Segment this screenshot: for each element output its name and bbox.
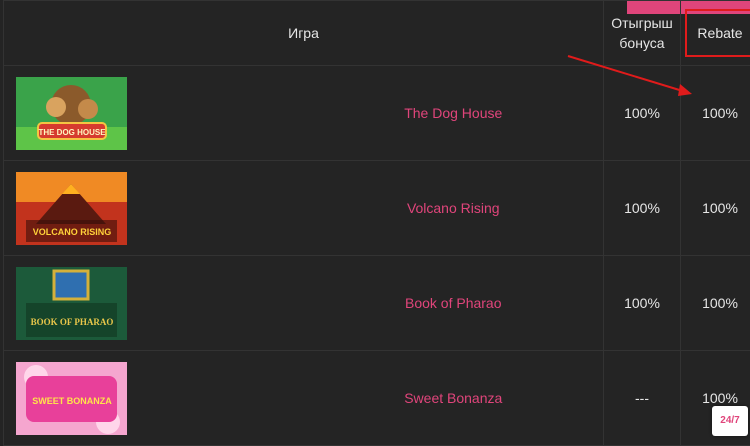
bonus-cell: --- [604,351,681,446]
header-bonus-label: Отыгрыш бонуса [610,13,674,53]
games-table: Игра Отыгрыш бонуса Rebate [3,0,750,446]
header-game: Игра [4,1,604,66]
game-thumbnail-cell: THE DOG HOUSE [4,66,304,161]
game-thumbnail-sweet-bonanza[interactable]: SWEET BONANZA [16,362,127,435]
rebate-cell: 100% [681,161,750,256]
bonus-cell: 100% [604,161,681,256]
table-row: BOOK OF PHARAO Book of Pharao 100% 100% [4,256,750,351]
game-thumbnail-volcano-rising[interactable]: VOLCANO RISING [16,172,127,245]
game-name-cell: Volcano Rising [304,161,604,256]
rebate-cell: 100% [681,256,750,351]
thumb-text: BOOK OF PHARAO [31,317,114,327]
game-name-cell: Book of Pharao [304,256,604,351]
table-row: THE DOG HOUSE The Dog House 100% 100% [4,66,750,161]
game-thumbnail-cell: VOLCANO RISING [4,161,304,256]
table-row: VOLCANO RISING Volcano Rising 100% 100% [4,161,750,256]
thumb-text: VOLCANO RISING [33,227,112,237]
game-link[interactable]: Sweet Bonanza [404,390,502,406]
thumb-text: THE DOG HOUSE [38,128,106,137]
game-link[interactable]: Volcano Rising [407,200,500,216]
game-thumbnail-cell: SWEET BONANZA [4,351,304,446]
header-bonus-wagering: Отыгрыш бонуса [604,1,681,66]
rebate-highlight-box: Rebate [685,9,750,57]
table-row: SWEET BONANZA Sweet Bonanza --- 100% [4,351,750,446]
game-link[interactable]: Book of Pharao [405,295,502,311]
chat-badge-label: 24/7 [720,415,739,426]
game-thumbnail-dog-house[interactable]: THE DOG HOUSE [16,77,127,150]
game-link[interactable]: The Dog House [404,105,502,121]
rebate-cell: 100% [681,66,750,161]
table-header-row: Игра Отыгрыш бонуса Rebate [4,1,750,66]
header-rebate-label: Rebate [697,25,742,41]
bonus-cell: 100% [604,256,681,351]
bonus-cell: 100% [604,66,681,161]
game-thumbnail-cell: BOOK OF PHARAO [4,256,304,351]
game-name-cell: The Dog House [304,66,604,161]
game-name-cell: Sweet Bonanza [304,351,604,446]
thumb-text: SWEET BONANZA [32,396,112,406]
game-thumbnail-book-of-pharao[interactable]: BOOK OF PHARAO [16,267,127,340]
header-rebate: Rebate [681,1,750,66]
support-chat-badge[interactable]: 24/7 [712,406,748,436]
